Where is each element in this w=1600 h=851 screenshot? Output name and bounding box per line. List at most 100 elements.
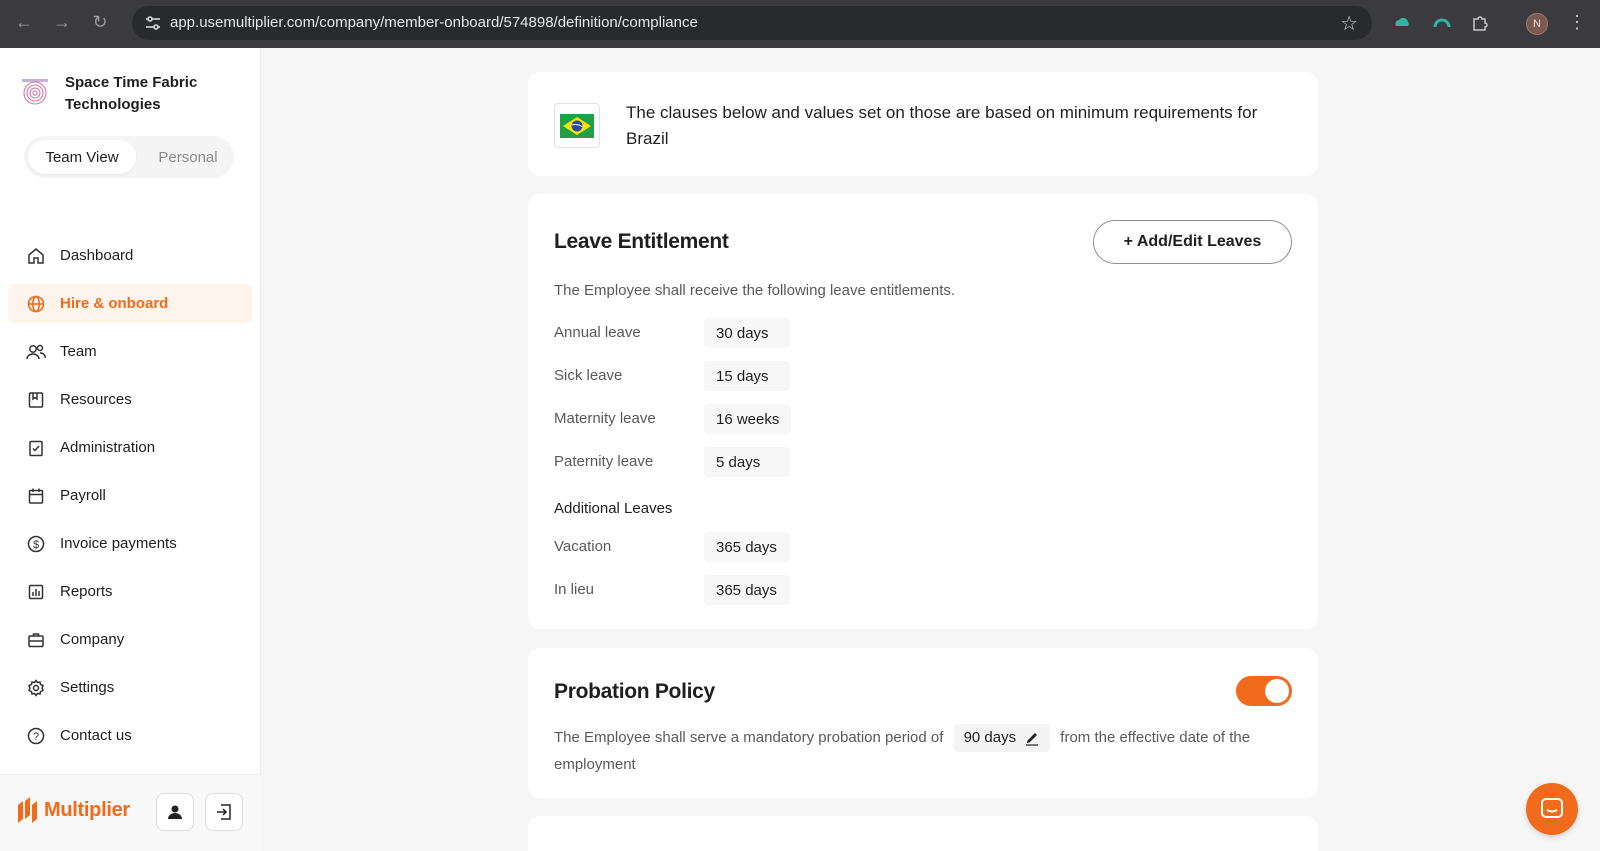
multiplier-logo-icon [18,797,37,823]
leave-value: 16 weeks [704,404,792,434]
probation-period-value: 90 days [963,729,1017,746]
sidebar-item-settings[interactable]: Settings [8,668,252,707]
company-brand[interactable]: Space Time Fabric Technologies [20,74,197,113]
chat-support-button[interactable] [1526,783,1578,835]
more-menu-icon[interactable]: ⋮ [1568,12,1586,33]
probation-text: The Employee shall serve a mandatory pro… [554,724,1294,778]
sidebar-item-label: Resources [60,391,132,408]
team-view-tab[interactable]: Team View [28,140,136,174]
leave-row-sick: Sick leave 15 days [554,361,854,391]
sidebar-item-label: Dashboard [60,247,134,264]
sidebar-item-label: Contact us [60,727,132,744]
leave-label: In lieu [554,581,595,598]
leave-value: 30 days [704,318,790,348]
back-icon[interactable]: ← [14,12,34,32]
leave-value: 365 days [704,575,790,605]
sidebar-item-payroll[interactable]: Payroll [8,476,252,515]
toggle-knob [1265,679,1289,703]
browser-toolbar: ← → ↻ app.usemultiplier.com/company/memb… [0,0,1600,48]
view-toggle: Team View Personal [24,136,234,178]
calendar-icon [26,486,46,506]
sidebar-item-label: Invoice payments [60,535,177,552]
sidebar-item-label: Team [60,343,97,360]
briefcase-icon [26,630,46,650]
multiplier-logo[interactable]: Multiplier [16,795,130,825]
company-logo-icon [22,79,48,105]
logout-icon [217,804,231,820]
sidebar-item-company[interactable]: Company [8,620,252,659]
leave-value: 5 days [704,447,790,477]
help-icon: ? [26,726,46,746]
forward-icon[interactable]: → [52,12,72,32]
sidebar-item-label: Hire & onboard [60,295,169,312]
user-profile-button[interactable] [156,793,194,831]
leave-label: Vacation [554,538,612,555]
sidebar-item-reports[interactable]: Reports [8,572,252,611]
chat-icon [1541,798,1563,818]
sidebar-item-label: Administration [60,439,156,456]
leave-row-maternity: Maternity leave 16 weeks [554,404,854,434]
brazil-flag-icon [554,103,600,148]
sidebar-item-resources[interactable]: Resources [8,380,252,419]
leave-description: The Employee shall receive the following… [554,282,956,299]
sidebar: Space Time Fabric Technologies Team View… [0,48,261,851]
sidebar-item-invoice-payments[interactable]: $ Invoice payments [8,524,252,563]
logout-button[interactable] [205,793,243,831]
leave-entitlement-title: Leave Entitlement [554,230,729,253]
dollar-icon: $ [26,534,46,554]
book-icon [26,390,46,410]
site-settings-icon[interactable] [144,14,162,32]
svg-text:$: $ [33,539,39,551]
sidebar-nav: Dashboard Hire & onboard Team Resources … [8,236,252,764]
extensions-puzzle-icon[interactable] [1470,13,1490,33]
url-text[interactable]: app.usemultiplier.com/company/member-onb… [170,14,698,31]
extension-cloud-icon[interactable] [1392,13,1412,33]
home-icon [26,246,46,266]
profile-avatar[interactable]: N [1526,13,1548,35]
probation-period-field[interactable]: 90 days [953,724,1051,752]
leave-row-paternity: Paternity leave 5 days [554,447,854,477]
sidebar-item-team[interactable]: Team [8,332,252,371]
company-name: Space Time Fabric Technologies [65,74,198,113]
probation-policy-title: Probation Policy [554,680,715,703]
sidebar-item-label: Company [60,631,125,648]
globe-icon [26,294,46,314]
clipboard-check-icon [26,438,46,458]
sidebar-item-dashboard[interactable]: Dashboard [8,236,252,275]
probation-policy-card: Probation Policy The Employee shall serv… [528,648,1318,798]
leave-entitlement-card: Leave Entitlement + Add/Edit Leaves The … [528,194,1318,629]
add-edit-leaves-button[interactable]: + Add/Edit Leaves [1093,220,1292,264]
reload-icon[interactable]: ↻ [90,12,110,32]
pencil-icon[interactable] [1024,730,1040,746]
leave-value: 15 days [704,361,790,391]
bookmark-star-icon[interactable]: ☆ [1340,11,1358,36]
bar-chart-icon [26,582,46,602]
sidebar-item-label: Reports [60,583,113,600]
probation-text-before: The Employee shall serve a mandatory pro… [554,728,944,746]
leave-label: Maternity leave [554,410,656,427]
users-icon [26,342,46,362]
leave-row-annual: Annual leave 30 days [554,318,854,348]
main-content: The clauses below and values set on thos… [262,48,1600,851]
gear-icon [26,678,46,698]
extension-arc-icon[interactable] [1432,13,1452,33]
address-bar[interactable]: app.usemultiplier.com/company/member-onb… [132,6,1372,40]
sidebar-item-administration[interactable]: Administration [8,428,252,467]
svg-text:?: ? [33,731,39,743]
sidebar-footer: Multiplier [0,774,261,851]
leave-label: Sick leave [554,367,623,384]
sidebar-item-hire-onboard[interactable]: Hire & onboard [8,284,252,323]
sidebar-item-label: Payroll [60,487,106,504]
leave-row-in-lieu: In lieu 365 days [554,575,854,605]
leave-label: Paternity leave [554,453,654,470]
country-requirements-card: The clauses below and values set on thos… [528,72,1318,176]
leave-value: 365 days [704,532,790,562]
sidebar-item-contact-us[interactable]: ? Contact us [8,716,252,755]
additional-leaves-title: Additional Leaves [554,500,673,517]
next-card-partial [528,816,1318,851]
country-requirements-text: The clauses below and values set on thos… [626,103,1258,148]
personal-view-tab[interactable]: Personal [146,140,230,174]
sidebar-item-label: Settings [60,679,115,696]
user-icon [168,805,182,819]
probation-toggle[interactable] [1236,676,1292,706]
